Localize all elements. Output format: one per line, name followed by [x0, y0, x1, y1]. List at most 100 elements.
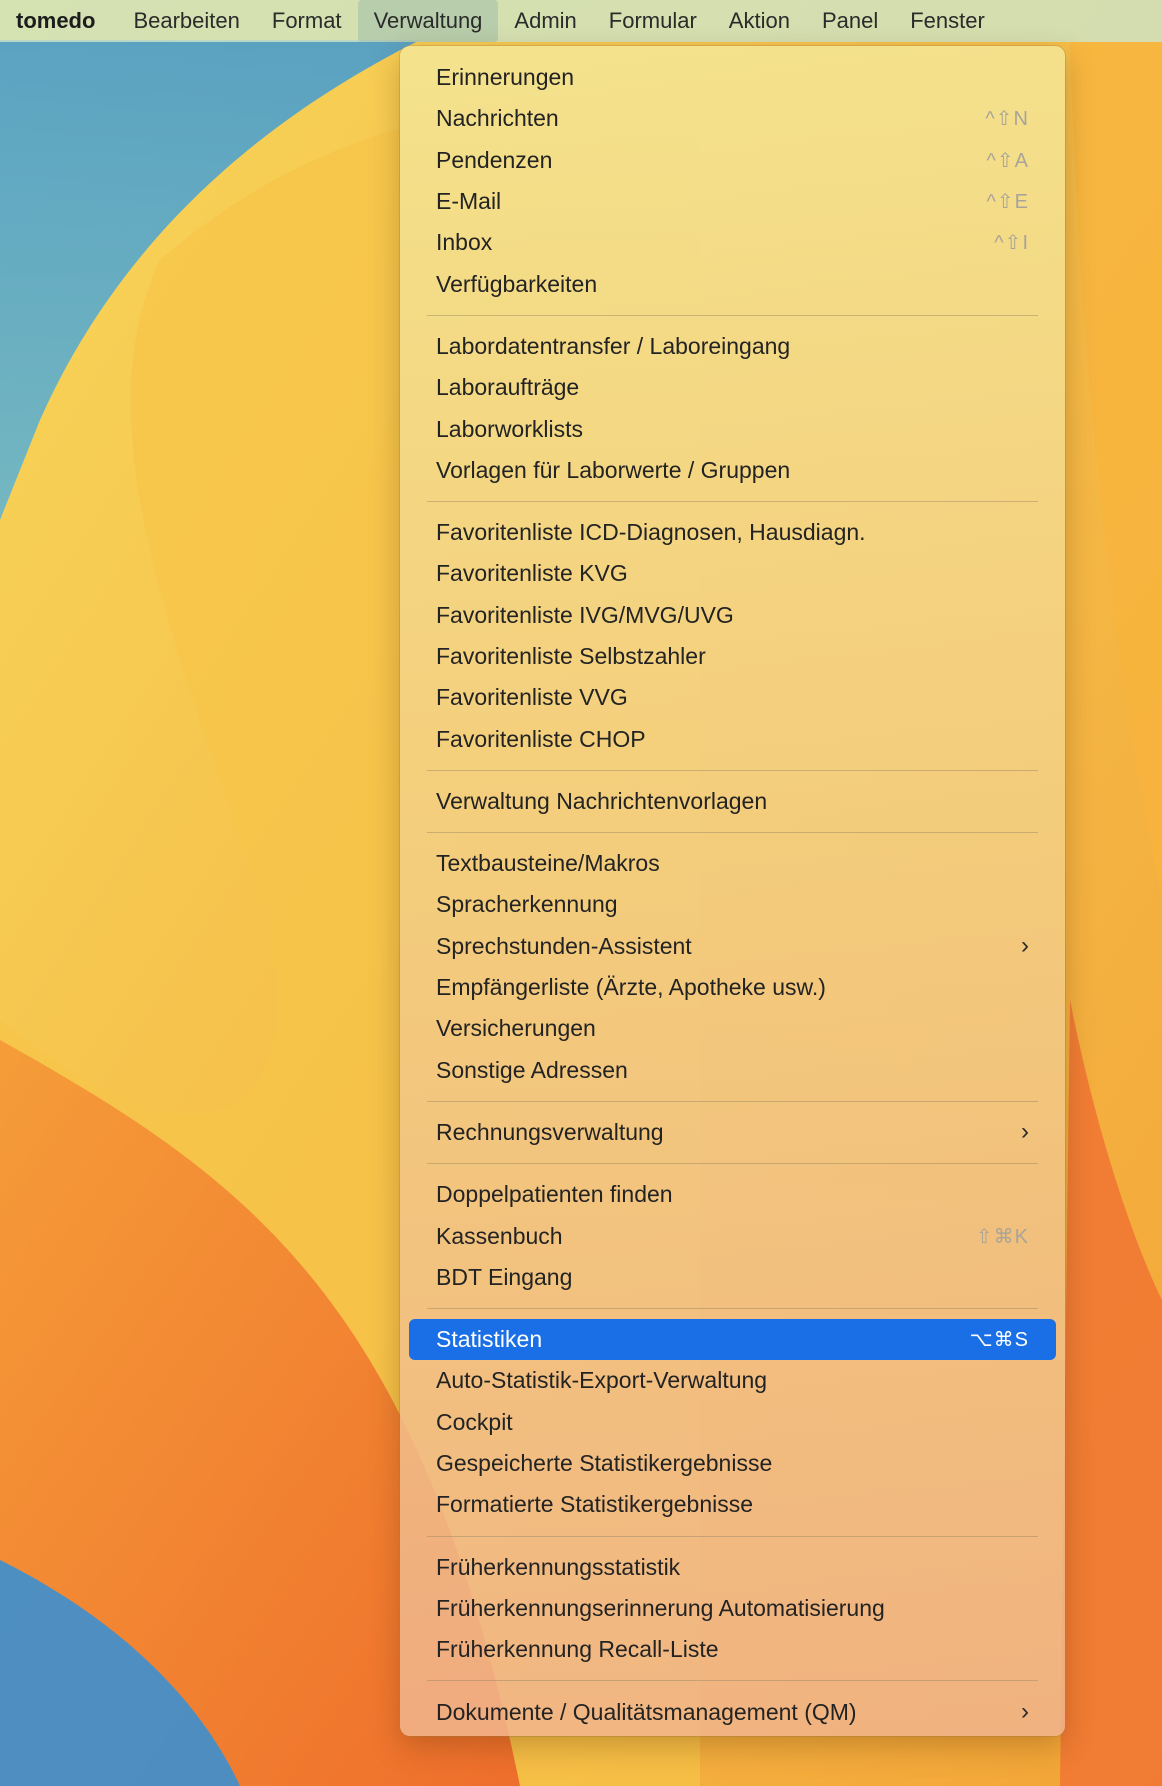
menu-item-laboraufträge[interactable]: Laboraufträge [409, 367, 1056, 408]
menu-item-shortcut: ⇧⌘K [975, 1225, 1029, 1248]
menu-item-label: Nachrichten [436, 105, 559, 132]
menu-separator [427, 314, 1038, 316]
menu-item-label: Doppelpatienten finden [436, 1181, 673, 1208]
menu-item-formatierte-statistikergebnisse[interactable]: Formatierte Statistikergebnisse [409, 1484, 1056, 1525]
menu-item-label: Statistiken [436, 1326, 543, 1353]
menu-item-vorlagen-für-laborwerte-gruppen[interactable]: Vorlagen für Laborwerte / Gruppen [409, 450, 1056, 491]
menu-item-label: Verfügbarkeiten [436, 270, 598, 297]
menu-separator [427, 500, 1038, 502]
menu-item-verwaltung-nachrichtenvorlagen[interactable]: Verwaltung Nachrichtenvorlagen [409, 781, 1056, 822]
menu-item-label: Rechnungsverwaltung [436, 1118, 664, 1145]
menu-item-spracherkennung[interactable]: Spracherkennung [409, 884, 1056, 925]
menu-item-label: Labordatentransfer / Laboreingang [436, 332, 791, 359]
menu-item-label: Formatierte Statistikergebnisse [436, 1491, 754, 1518]
menu-item-label: Versicherungen [436, 1015, 596, 1042]
menu-item-label: Textbausteine/Makros [436, 850, 660, 877]
menu-item-inbox[interactable]: Inbox ^⇧I [409, 222, 1056, 263]
menu-item-verfügbarkeiten[interactable]: Verfügbarkeiten [409, 263, 1056, 304]
menu-item-laborworklists[interactable]: Laborworklists [409, 408, 1056, 449]
menu-item-cockpit[interactable]: Cockpit [409, 1402, 1056, 1443]
menu-item-label: Gespeicherte Statistikergebnisse [436, 1450, 773, 1477]
menu-bar: tomedo Bearbeiten Format Verwaltung Admi… [0, 0, 1162, 42]
menu-separator [427, 1163, 1038, 1165]
menu-item-gespeicherte-statistikergebnisse[interactable]: Gespeicherte Statistikergebnisse [409, 1443, 1056, 1484]
menu-item-nachrichten[interactable]: Nachrichten ^⇧N [409, 98, 1056, 139]
chevron-right-icon: › [1021, 1698, 1029, 1726]
menu-item-label: Laboraufträge [436, 374, 580, 401]
menu-separator [427, 1308, 1038, 1310]
menu-item-label: Auto-Statistik-Export-Verwaltung [436, 1367, 768, 1394]
menubar-item-admin[interactable]: Admin [498, 0, 592, 42]
menubar-item-fenster[interactable]: Fenster [894, 0, 1001, 42]
menu-item-empfängerliste-ärzte-apotheke-usw[interactable]: Empfängerliste (Ärzte, Apotheke usw.) [409, 967, 1056, 1008]
menu-item-sonstige-adressen[interactable]: Sonstige Adressen [409, 1050, 1056, 1091]
menu-item-label: BDT Eingang [436, 1263, 573, 1290]
menu-item-kassenbuch[interactable]: Kassenbuch ⇧⌘K [409, 1215, 1056, 1256]
menu-separator [427, 1535, 1038, 1537]
menu-item-label: Verwaltung Nachrichtenvorlagen [436, 787, 768, 814]
menu-item-favoritenliste-ivg-mvg-uvg[interactable]: Favoritenliste IVG/MVG/UVG [409, 595, 1056, 636]
menu-item-shortcut: ^⇧A [986, 149, 1029, 172]
menu-item-label: Favoritenliste VVG [436, 684, 628, 711]
menu-item-label: Laborworklists [436, 415, 583, 442]
menu-item-shortcut: ⌥⌘S [969, 1329, 1029, 1352]
menu-item-label: Früherkennung Recall-Liste [436, 1636, 719, 1663]
menu-item-label: Favoritenliste ICD-Diagnosen, Hausdiagn. [436, 519, 866, 546]
menu-item-statistiken[interactable]: Statistiken ⌥⌘S [409, 1319, 1056, 1361]
menu-item-shortcut: ^⇧N [985, 108, 1029, 131]
menu-item-versicherungen[interactable]: Versicherungen [409, 1008, 1056, 1049]
menu-item-textbausteine-makros[interactable]: Textbausteine/Makros [409, 843, 1056, 884]
menu-item-bdt-eingang[interactable]: BDT Eingang [409, 1257, 1056, 1298]
chevron-right-icon: › [1021, 932, 1029, 960]
menu-item-label: Pendenzen [436, 146, 553, 173]
menu-item-label: Dokumente / Qualitätsmanagement (QM) [436, 1698, 857, 1725]
menu-separator [427, 832, 1038, 834]
menu-item-dokumente-qualitätsmanagement-qm[interactable]: Dokumente / Qualitätsmanagement (QM) › [409, 1691, 1056, 1732]
menu-item-label: Spracherkennung [436, 891, 618, 918]
menu-item-favoritenliste-selbstzahler[interactable]: Favoritenliste Selbstzahler [409, 636, 1056, 677]
menu-item-früherkennungserinnerung-automatisierung[interactable]: Früherkennungserinnerung Automatisierung [409, 1588, 1056, 1629]
menu-item-label: Sonstige Adressen [436, 1056, 628, 1083]
menu-separator [427, 1100, 1038, 1102]
menubar-item-format[interactable]: Format [256, 0, 358, 42]
menu-item-label: Erinnerungen [436, 64, 575, 91]
menu-item-label: E-Mail [436, 188, 502, 215]
menu-item-früherkennungsstatistik[interactable]: Früherkennungsstatistik [409, 1547, 1056, 1588]
menubar-item-bearbeiten[interactable]: Bearbeiten [117, 0, 255, 42]
menu-item-erinnerungen[interactable]: Erinnerungen [409, 57, 1056, 98]
menu-item-favoritenliste-kvg[interactable]: Favoritenliste KVG [409, 553, 1056, 594]
menu-item-label: Früherkennungserinnerung Automatisierung [436, 1594, 885, 1621]
menu-item-favoritenliste-vvg[interactable]: Favoritenliste VVG [409, 677, 1056, 718]
menu-item-label: Favoritenliste KVG [436, 560, 628, 587]
menubar-item-formular[interactable]: Formular [593, 0, 713, 42]
menu-separator [427, 769, 1038, 771]
menu-item-label: Kassenbuch [436, 1222, 563, 1249]
menu-item-e-mail[interactable]: E-Mail ^⇧E [409, 181, 1056, 222]
menu-item-favoritenliste-chop[interactable]: Favoritenliste CHOP [409, 718, 1056, 759]
menu-item-labordatentransfer-laboreingang[interactable]: Labordatentransfer / Laboreingang [409, 326, 1056, 367]
menu-item-label: Cockpit [436, 1408, 513, 1435]
verwaltung-dropdown-menu: Erinnerungen Nachrichten ^⇧N Pendenzen ^⇧A E-… [400, 46, 1065, 1736]
menu-item-label: Inbox [436, 229, 493, 256]
menu-item-rechnungsverwaltung[interactable]: Rechnungsverwaltung › [409, 1112, 1056, 1153]
menu-item-label: Favoritenliste IVG/MVG/UVG [436, 601, 734, 628]
menu-item-label: Sprechstunden-Assistent [436, 932, 692, 959]
menubar-item-aktion[interactable]: Aktion [713, 0, 806, 42]
menu-item-shortcut: ^⇧E [986, 191, 1029, 214]
menubar-item-verwaltung[interactable]: Verwaltung [357, 0, 499, 42]
menu-item-label: Früherkennungsstatistik [436, 1553, 681, 1580]
menu-item-früherkennung-recall-liste[interactable]: Früherkennung Recall-Liste [409, 1629, 1056, 1670]
menu-separator [427, 1680, 1038, 1682]
menu-item-auto-statistik-export-verwaltung[interactable]: Auto-Statistik-Export-Verwaltung [409, 1360, 1056, 1401]
menu-item-pendenzen[interactable]: Pendenzen ^⇧A [409, 140, 1056, 181]
chevron-right-icon: › [1021, 1118, 1029, 1146]
menu-item-sprechstunden-assistent[interactable]: Sprechstunden-Assistent › [409, 926, 1056, 967]
menu-item-shortcut: ^⇧I [994, 232, 1029, 255]
menu-item-doppelpatienten-finden[interactable]: Doppelpatienten finden [409, 1174, 1056, 1215]
menu-item-label: Vorlagen für Laborwerte / Gruppen [436, 456, 791, 483]
app-menu-tomedo[interactable]: tomedo [16, 0, 117, 42]
menu-item-label: Empfängerliste (Ärzte, Apotheke usw.) [436, 974, 826, 1001]
menubar-item-panel[interactable]: Panel [806, 0, 894, 42]
menu-item-label: Favoritenliste Selbstzahler [436, 643, 706, 669]
menu-item-favoritenliste-icd-diagnosen-hausdiagn[interactable]: Favoritenliste ICD-Diagnosen, Hausdiagn. [409, 512, 1056, 553]
